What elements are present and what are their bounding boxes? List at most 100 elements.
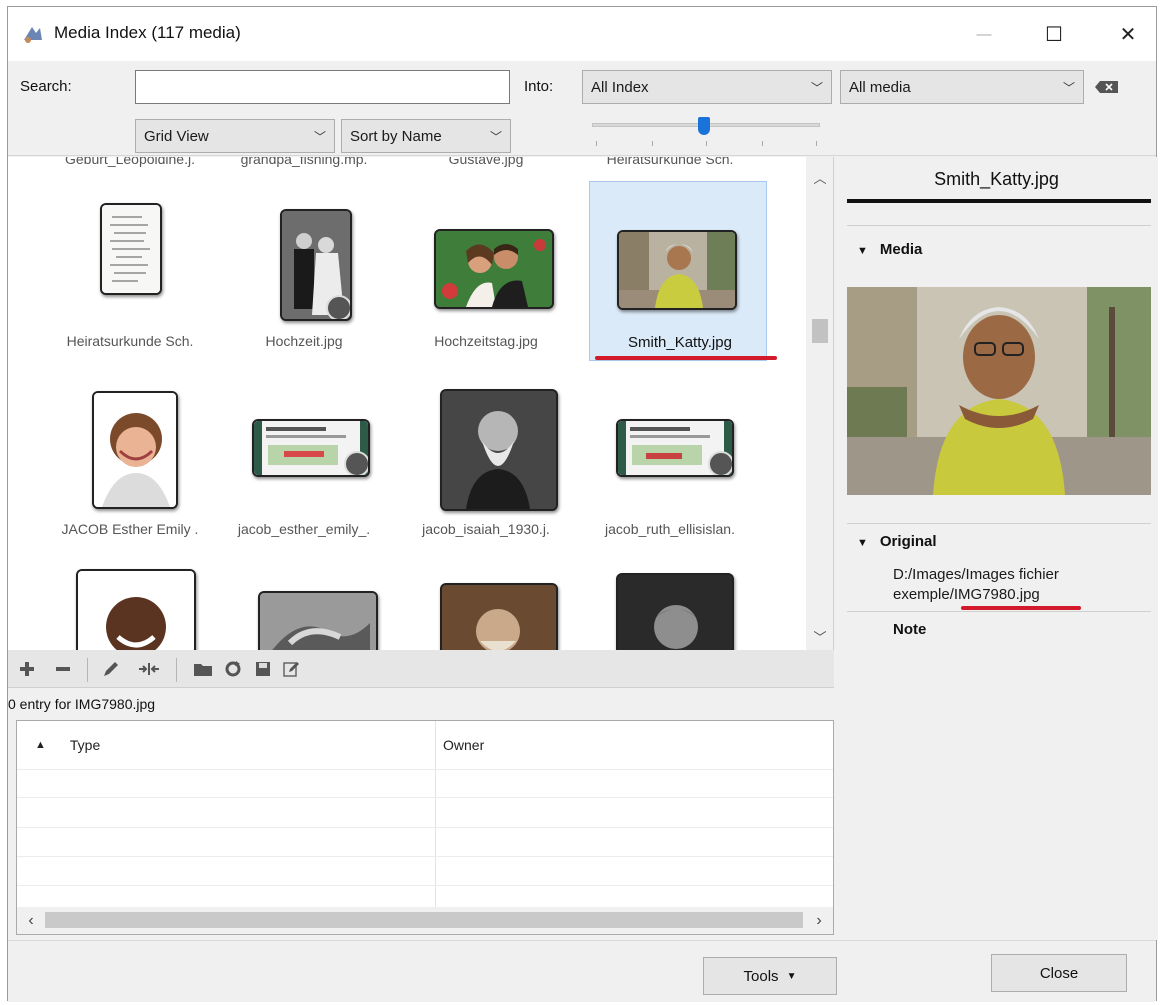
entry-count-label: 0 entry for IMG7980.jpg — [8, 696, 156, 712]
scroll-right-icon[interactable]: › — [807, 907, 831, 934]
grid-item[interactable]: Geburt_Leopoldine.j. — [40, 157, 220, 171]
grid-item[interactable] — [580, 555, 760, 650]
into-select-value: All Index — [591, 78, 649, 96]
floppy-icon — [256, 662, 270, 676]
pencil-icon — [104, 662, 118, 676]
grid-item[interactable]: Hochzeitstag.jpg — [396, 181, 576, 361]
grid-item[interactable] — [40, 555, 220, 650]
grid-item[interactable]: Gustave.jpg — [396, 157, 576, 171]
grid-item[interactable]: jacob_esther_emily_. — [214, 379, 394, 539]
grid-item[interactable]: Hochzeit.jpg — [214, 181, 394, 361]
chevron-down-icon: ﹀ — [313, 129, 326, 144]
column-header-type[interactable]: ▲ Type — [35, 721, 435, 769]
wrench-icon — [326, 295, 350, 319]
sort-select[interactable]: Sort by Name ﹀ — [341, 119, 511, 153]
photo-thumbnail — [440, 583, 558, 650]
portrait-woman-image — [619, 232, 735, 308]
section-divider — [847, 523, 1151, 524]
grid-item-caption: Hochzeitstag.jpg — [434, 333, 538, 349]
add-icon[interactable] — [16, 658, 38, 680]
slider-thumb[interactable] — [698, 117, 710, 135]
edit-note-icon[interactable] — [280, 658, 302, 680]
media-type-value: All media — [849, 78, 911, 96]
media-grid: Geburt_Leopoldine.j. grandpa_fishing.mp.… — [8, 157, 834, 650]
media-index-window: Media Index (117 media) — ☐ ✕ Search: In… — [7, 6, 1158, 1002]
grid-item[interactable] — [396, 555, 576, 650]
note-section-header[interactable]: Note — [893, 621, 926, 638]
grid-item[interactable]: jacob_isaiah_1930.j. — [396, 379, 576, 539]
scroll-left-icon[interactable]: ‹ — [19, 907, 43, 934]
slider-tick — [816, 141, 817, 146]
portrait-old-woman-image — [94, 393, 176, 507]
refresh-icon-glyph — [225, 661, 241, 677]
photo-thumbnail — [617, 230, 737, 310]
minimize-button[interactable]: — — [956, 7, 1012, 61]
close-window-button[interactable]: ✕ — [1100, 7, 1156, 61]
close-button[interactable]: Close — [991, 954, 1127, 992]
merge-arrows-icon — [139, 663, 159, 675]
search-input[interactable] — [135, 70, 510, 104]
grid-item[interactable]: grandpa_fishing.mp. — [214, 157, 394, 171]
grid-item[interactable]: Heiratsurkunde Sch. — [40, 181, 220, 361]
references-table: ▲ Type Owner ‹ › — [16, 720, 834, 935]
scroll-down-icon[interactable]: ﹀ — [806, 622, 833, 650]
portrait-bearded-man-image — [442, 391, 556, 509]
media-detail-pane: Smith_Katty.jpg ▼ Media ▼ Original D:/Im… — [835, 157, 1158, 940]
column-header-owner[interactable]: Owner — [443, 721, 823, 769]
hands-photo-image — [260, 593, 376, 650]
document-thumbnail — [252, 419, 370, 477]
filter-toolbar: Search: Into: All Index ﹀ All media ﹀ Gr… — [8, 61, 1156, 156]
slider-tick — [652, 141, 653, 146]
media-type-select[interactable]: All media ﹀ — [840, 70, 1084, 104]
view-mode-select[interactable]: Grid View ﹀ — [135, 119, 335, 153]
maximize-button[interactable]: ☐ — [1026, 7, 1082, 61]
grid-vertical-scrollbar[interactable]: ︿ ﹀ — [806, 157, 833, 650]
table-row — [17, 797, 833, 798]
photo-thumbnail — [616, 573, 734, 650]
grid-item-caption: jacob_isaiah_1930.j. — [422, 521, 550, 537]
into-label: Into: — [524, 78, 554, 95]
merge-icon[interactable] — [138, 658, 160, 680]
grid-item-caption: Smith_Katty.jpg — [628, 334, 732, 351]
scrollbar-thumb[interactable] — [812, 319, 828, 343]
folder-icon[interactable] — [192, 658, 214, 680]
save-icon[interactable] — [252, 658, 274, 680]
grid-item-caption: JACOB Esther Emily . — [61, 521, 199, 537]
grid-item-caption: Heiratsurkunde Sch. — [606, 157, 734, 167]
maximize-icon: ☐ — [1045, 23, 1063, 46]
grid-item-selected[interactable]: Smith_Katty.jpg — [589, 181, 767, 361]
into-select[interactable]: All Index ﹀ — [582, 70, 832, 104]
media-section-header[interactable]: ▼ Media — [857, 241, 922, 258]
table-horizontal-scrollbar[interactable]: ‹ › — [17, 907, 833, 934]
grid-item[interactable]: jacob_ruth_ellisislan. — [580, 379, 760, 539]
portrait-man-bw-image — [618, 575, 732, 650]
title-divider — [847, 199, 1151, 203]
grid-item[interactable]: JACOB Esther Emily . — [40, 379, 220, 539]
remove-icon[interactable] — [52, 658, 74, 680]
section-label: Media — [879, 241, 923, 258]
wedding-couple-image — [436, 231, 552, 307]
grid-item-caption: jacob_ruth_ellisislan. — [605, 521, 735, 537]
collapse-triangle-icon: ▼ — [857, 245, 868, 257]
document-thumbnail — [100, 203, 162, 295]
action-toolbar — [8, 650, 834, 688]
table-row — [17, 769, 833, 770]
media-preview-image — [847, 287, 1151, 495]
highlight-underline — [961, 606, 1081, 610]
wrench-icon — [708, 451, 732, 475]
app-icon — [24, 27, 42, 43]
tools-button[interactable]: Tools ▼ — [703, 957, 837, 995]
edit-icon[interactable] — [100, 658, 122, 680]
original-path-line: exemple/IMG7980.jpg — [893, 586, 1040, 603]
original-section-header[interactable]: ▼ Original — [857, 533, 937, 550]
grid-item-caption: grandpa_fishing.mp. — [240, 157, 368, 167]
scrollbar-thumb[interactable] — [45, 912, 803, 928]
clear-filter-icon[interactable] — [1094, 80, 1120, 94]
original-path-line: D:/Images/Images fichier — [893, 566, 1059, 583]
scroll-up-icon[interactable]: ︿ — [806, 163, 833, 191]
table-row — [17, 827, 833, 828]
grid-item[interactable] — [214, 555, 394, 650]
refresh-icon[interactable] — [222, 658, 244, 680]
grid-item[interactable]: Heiratsurkunde Sch. — [580, 157, 760, 171]
grid-item-caption: jacob_esther_emily_. — [237, 521, 371, 537]
